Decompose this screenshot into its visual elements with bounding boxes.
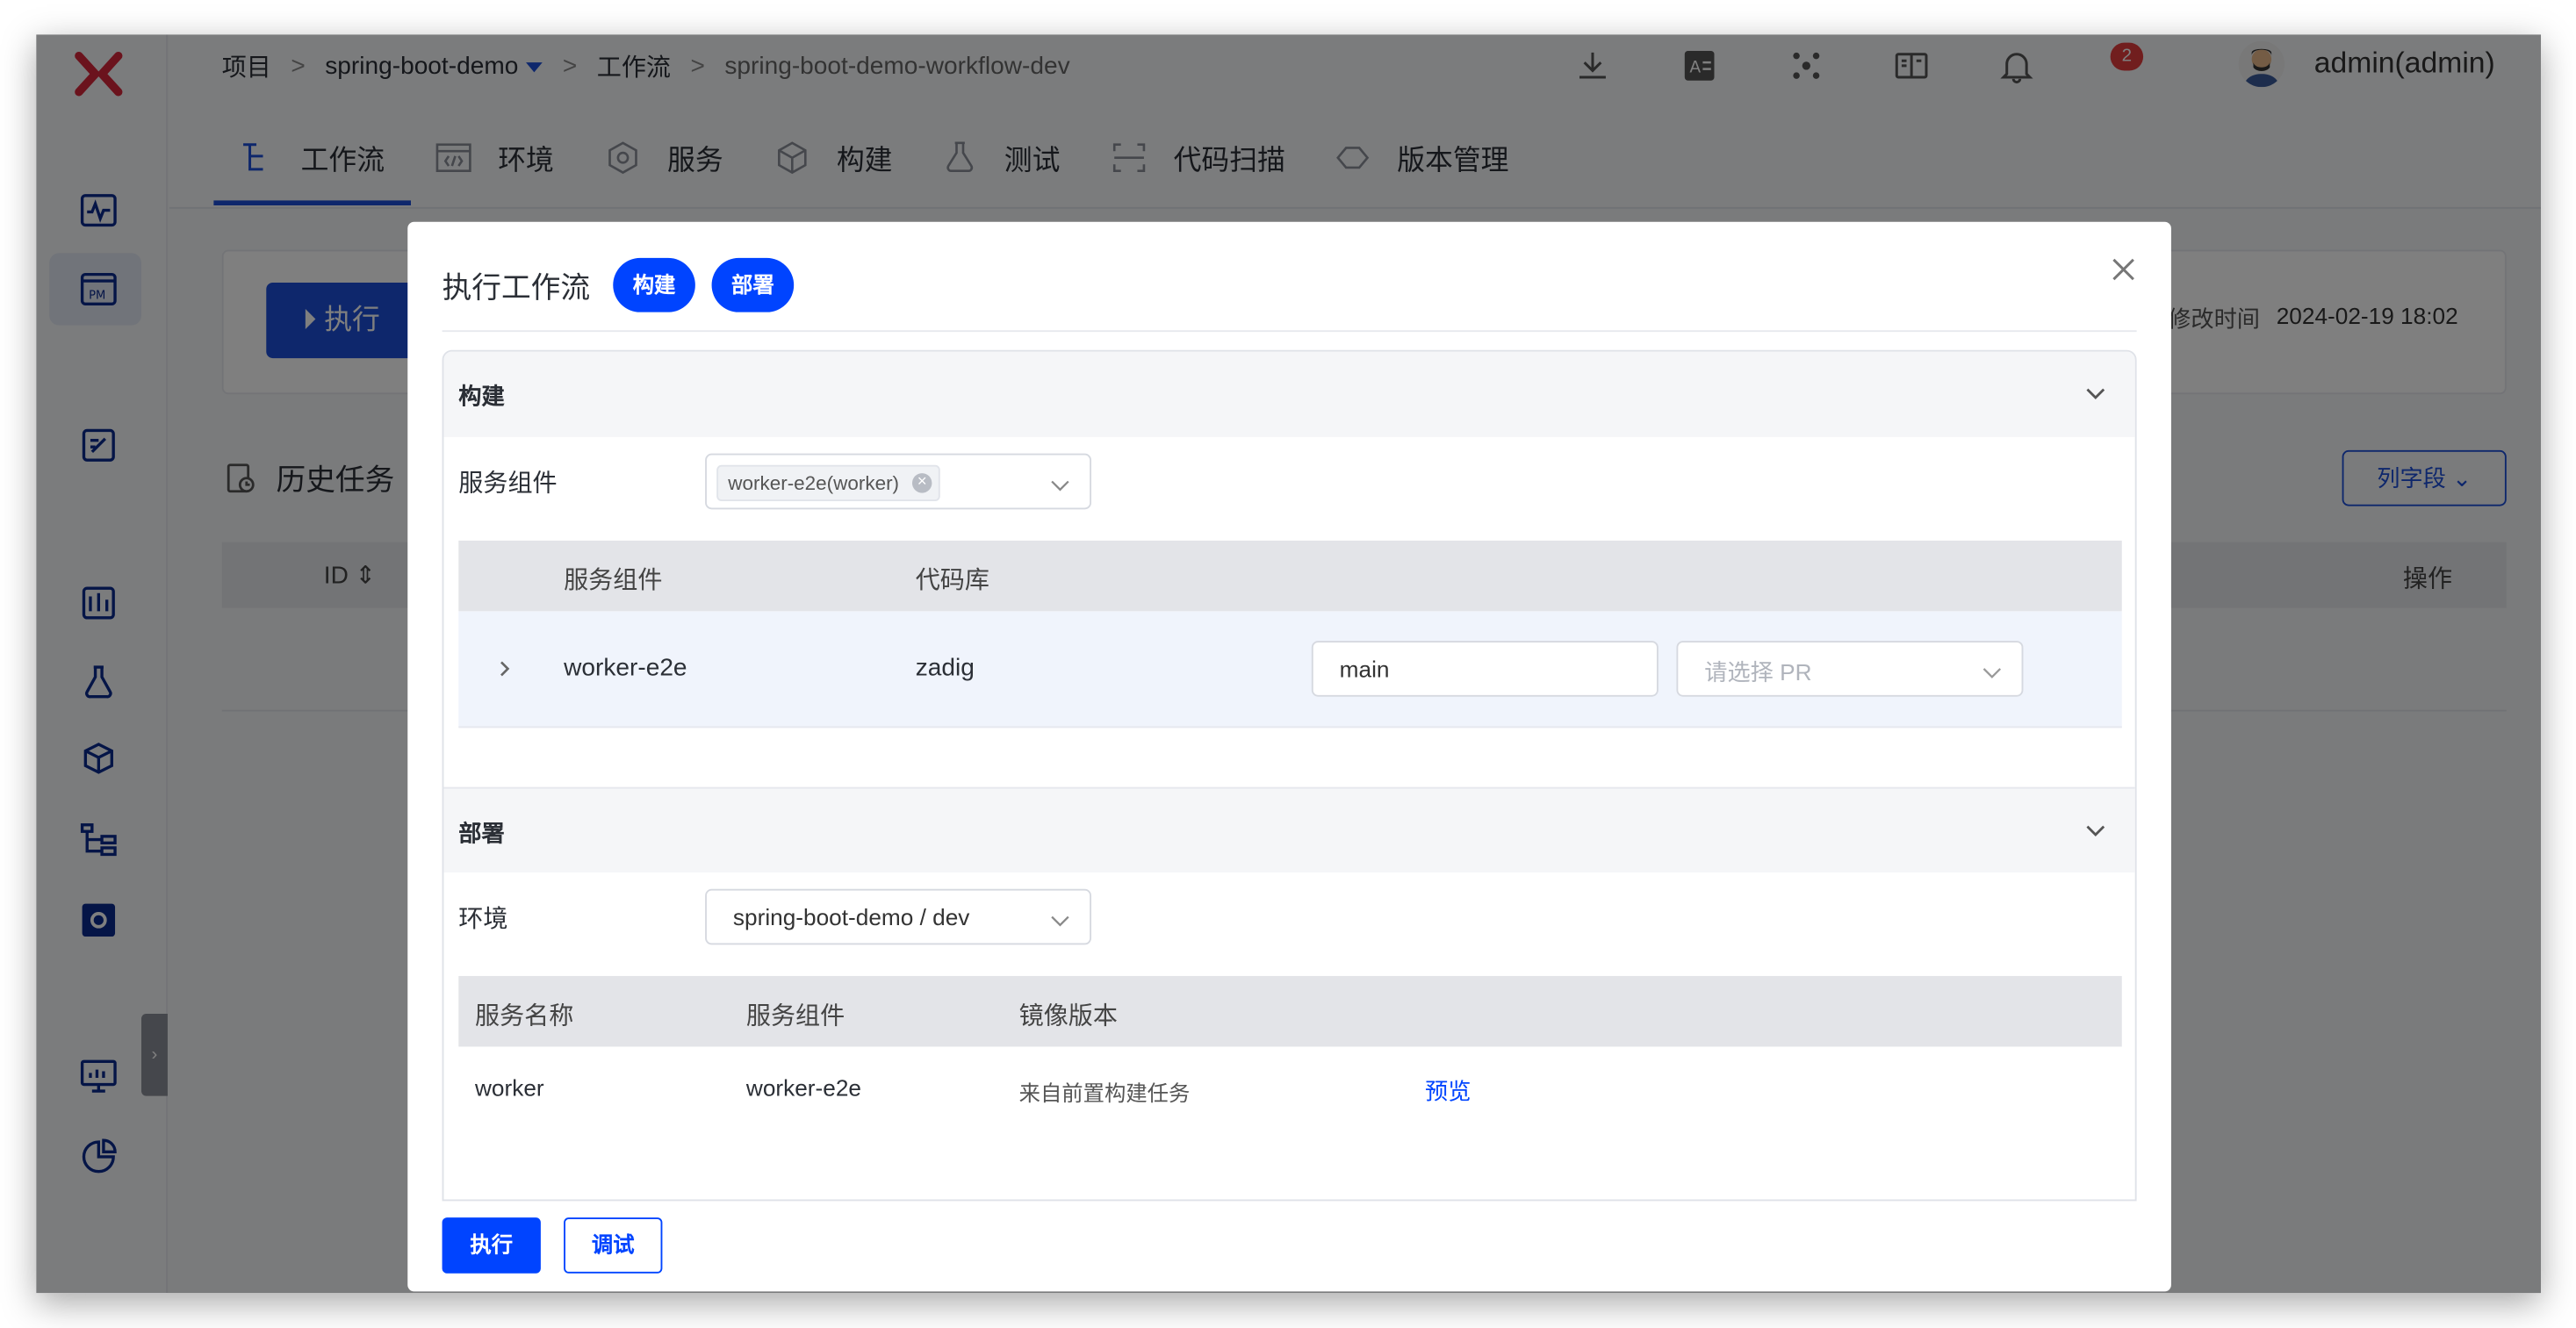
chevron-down-icon[interactable] bbox=[2084, 818, 2107, 841]
debug-button[interactable]: 调试 bbox=[564, 1217, 663, 1274]
pill-deploy[interactable]: 部署 bbox=[711, 257, 795, 312]
row-service-name: worker bbox=[475, 1074, 544, 1102]
branch-select[interactable]: main bbox=[1311, 641, 1659, 697]
col-repository: 代码库 bbox=[915, 566, 989, 595]
run-button[interactable]: 执行 bbox=[442, 1217, 541, 1274]
environment-label: 环境 bbox=[458, 905, 508, 934]
chevron-down-icon bbox=[1982, 661, 2002, 680]
build-section-header[interactable]: 构建 bbox=[443, 351, 2135, 437]
col-image-version: 镜像版本 bbox=[1018, 1001, 1118, 1030]
screenshot-stage: PM › 项目 > spring-boot- bbox=[0, 0, 2576, 1328]
tag-label: worker-e2e(worker) bbox=[728, 471, 900, 495]
preview-link[interactable]: 预览 bbox=[1425, 1074, 1471, 1107]
chevron-down-icon bbox=[1050, 473, 1069, 492]
deploy-section-title: 部署 bbox=[458, 820, 505, 847]
tag-remove-icon[interactable]: × bbox=[912, 473, 932, 493]
close-icon[interactable] bbox=[2109, 255, 2139, 284]
row-repository: zadig bbox=[915, 654, 975, 682]
table-row: worker-e2e zadig main 请选择 PR bbox=[458, 611, 2122, 729]
table-row: worker worker-e2e 来自前置构建任务 预览 bbox=[458, 1046, 2122, 1132]
environment-value: spring-boot-demo / dev bbox=[732, 903, 970, 930]
build-table-header: 服务组件 代码库 bbox=[458, 540, 2122, 612]
dialog-title: 执行工作流 bbox=[442, 270, 591, 305]
pill-build[interactable]: 构建 bbox=[613, 257, 695, 312]
service-component-select[interactable]: worker-e2e(worker) × bbox=[705, 453, 1092, 510]
chevron-down-icon bbox=[1050, 908, 1069, 928]
environment-select[interactable]: spring-boot-demo / dev bbox=[705, 888, 1092, 945]
app-window: PM › 项目 > spring-boot- bbox=[36, 34, 2542, 1294]
deploy-table-header: 服务名称 服务组件 镜像版本 bbox=[458, 975, 2122, 1047]
col-service-component: 服务组件 bbox=[745, 1001, 845, 1030]
service-component-label: 服务组件 bbox=[458, 470, 558, 499]
run-workflow-dialog: 执行工作流 构建 部署 构建 服务组件 worker-e2e(worker) ×… bbox=[407, 221, 2171, 1292]
pr-placeholder: 请选择 PR bbox=[1704, 658, 1812, 686]
branch-value: main bbox=[1339, 655, 1390, 682]
selected-component-tag: worker-e2e(worker) × bbox=[716, 464, 940, 501]
pr-select[interactable]: 请选择 PR bbox=[1676, 641, 2024, 697]
workflow-stages-panel: 构建 服务组件 worker-e2e(worker) × 服务组件 代码库 wo… bbox=[442, 349, 2137, 1202]
build-section-title: 构建 bbox=[458, 383, 505, 410]
chevron-right-icon[interactable] bbox=[496, 657, 513, 680]
row-image-source: 来自前置构建任务 bbox=[1018, 1080, 1191, 1106]
row-component: worker-e2e bbox=[564, 654, 687, 682]
deploy-section-header[interactable]: 部署 bbox=[443, 786, 2135, 873]
chevron-down-icon[interactable] bbox=[2084, 381, 2107, 404]
row-service-component: worker-e2e bbox=[745, 1074, 861, 1102]
col-service-component: 服务组件 bbox=[564, 566, 663, 595]
col-service-name: 服务名称 bbox=[475, 1001, 574, 1030]
dialog-divider bbox=[442, 330, 2137, 333]
